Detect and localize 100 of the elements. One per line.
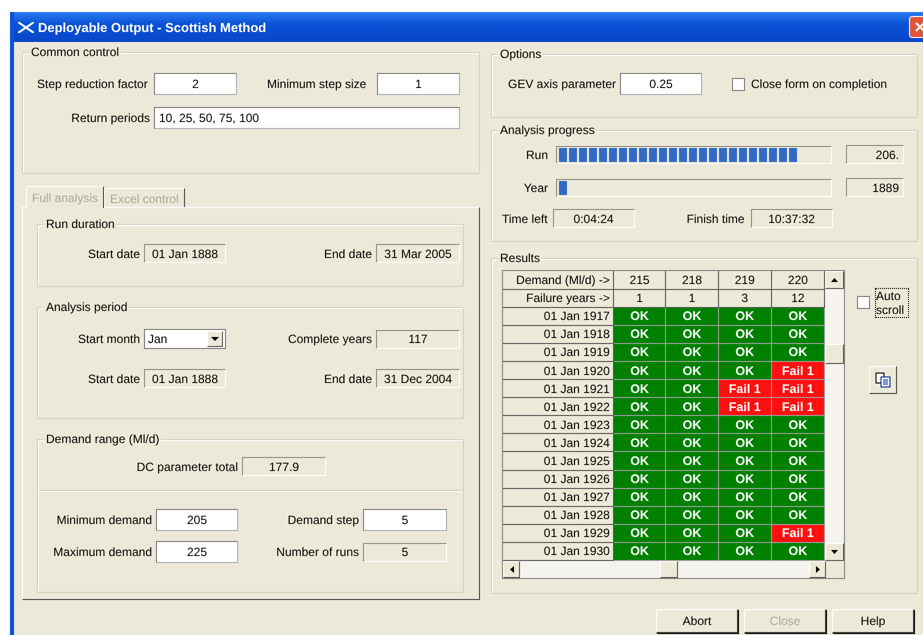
- input-field[interactable]: 205: [156, 509, 238, 531]
- status-cell: OK: [613, 343, 666, 362]
- status-cell: OK: [666, 524, 718, 542]
- input-field[interactable]: 10, 25, 50, 75, 100: [154, 107, 460, 129]
- readonly-field: 31 Mar 2005: [376, 244, 460, 263]
- status-cell: OK: [771, 470, 824, 488]
- scroll-thumb[interactable]: [660, 561, 678, 578]
- field-label: Step reduction factor: [37, 77, 149, 91]
- row-header: 01 Jan 1930: [503, 542, 614, 560]
- copy-button[interactable]: [869, 366, 897, 394]
- status-cell: OK: [613, 488, 666, 506]
- left-arrow-icon[interactable]: [510, 566, 514, 573]
- status-cell: OK: [613, 325, 666, 344]
- status-cell: OK: [718, 524, 772, 542]
- checkbox-label: Close form on completion: [751, 77, 888, 91]
- field-label: Start date: [86, 372, 141, 386]
- field-label: Year: [522, 180, 549, 194]
- readonly-field: 31 Dec 2004: [376, 369, 460, 388]
- input-field[interactable]: 5: [363, 509, 447, 531]
- row-header: 01 Jan 1925: [503, 452, 614, 470]
- status-cell: OK: [771, 452, 824, 470]
- status-cell: OK: [718, 307, 772, 326]
- readonly-field: 0:04:24: [552, 209, 635, 228]
- field-label: Complete years: [286, 332, 373, 346]
- dropdown[interactable]: Jan: [144, 329, 226, 349]
- field-label: Return periods: [70, 111, 151, 125]
- status-cell: OK: [613, 470, 666, 488]
- input-field[interactable]: 1: [377, 73, 460, 95]
- row-header: Failure years ->: [503, 289, 614, 308]
- field-label: Start date: [86, 246, 141, 260]
- status-cell: OK: [666, 380, 718, 398]
- readonly-field: 5: [363, 542, 447, 562]
- group-title: Common control: [29, 45, 122, 59]
- input-field[interactable]: 225: [156, 541, 238, 563]
- readonly-field: 1889: [846, 178, 904, 197]
- status-cell: OK: [771, 506, 824, 524]
- row-header: 01 Jan 1928: [503, 506, 614, 524]
- vertical-scrollbar[interactable]: [825, 271, 844, 561]
- status-cell: Fail 1: [771, 361, 824, 380]
- status-cell: OK: [718, 452, 772, 470]
- field-label: Finish time: [686, 212, 746, 226]
- down-arrow-icon[interactable]: [831, 550, 838, 554]
- checkbox[interactable]: [732, 78, 745, 90]
- row-header: 01 Jan 1923: [503, 416, 614, 434]
- group-title: Run duration: [44, 217, 117, 231]
- column-header: 215: [613, 271, 666, 290]
- status-cell: OK: [718, 434, 772, 452]
- status-cell: OK: [666, 416, 718, 434]
- group-title: Analysis period: [44, 300, 130, 314]
- checkbox[interactable]: [857, 296, 870, 309]
- scroll-thumb[interactable]: [825, 344, 844, 364]
- column-header: 1: [666, 289, 718, 308]
- status-cell: Fail 1: [771, 398, 824, 416]
- right-arrow-icon[interactable]: [816, 566, 820, 573]
- status-cell: OK: [666, 343, 718, 362]
- status-cell: OK: [771, 416, 824, 434]
- column-header: 218: [666, 271, 718, 290]
- status-cell: OK: [613, 452, 666, 470]
- status-cell: OK: [613, 380, 666, 398]
- caret-icon: [211, 336, 219, 342]
- readonly-field: 01 Jan 1888: [144, 369, 226, 388]
- status-cell: OK: [666, 398, 718, 416]
- status-cell: OK: [771, 434, 824, 452]
- group-title: Options: [498, 47, 544, 61]
- input-field[interactable]: 0.25: [620, 73, 702, 95]
- column-header: 12: [771, 289, 824, 308]
- status-cell: OK: [771, 488, 824, 506]
- status-cell: OK: [718, 542, 772, 560]
- group-title: Analysis progress: [498, 123, 597, 137]
- status-cell: OK: [666, 506, 718, 524]
- status-cell: OK: [771, 307, 824, 326]
- status-cell: OK: [613, 416, 666, 434]
- row-header: 01 Jan 1918: [503, 325, 614, 344]
- status-cell: OK: [718, 488, 772, 506]
- status-cell: OK: [718, 325, 772, 344]
- up-arrow-icon[interactable]: [831, 278, 838, 282]
- row-header: Demand (Ml/d) ->: [503, 271, 614, 290]
- column-header: 1: [613, 289, 666, 308]
- readonly-field: 177.9: [242, 457, 326, 476]
- readonly-field: 10:37:32: [750, 209, 833, 228]
- field-label: Run: [524, 148, 549, 162]
- row-header: 01 Jan 1919: [503, 343, 614, 362]
- horizontal-scrollbar[interactable]: [503, 561, 826, 578]
- status-cell: Fail 1: [718, 398, 772, 416]
- readonly-field: 206.: [846, 145, 904, 164]
- field-label: Number of runs: [275, 545, 360, 559]
- row-header: 01 Jan 1924: [503, 434, 614, 452]
- status-cell: OK: [771, 542, 824, 560]
- status-cell: Fail 1: [771, 524, 824, 542]
- field-label: Minimum demand: [56, 513, 153, 527]
- dialog-button[interactable]: Abort: [656, 609, 738, 633]
- dialog-button[interactable]: Help: [832, 609, 914, 633]
- status-cell: OK: [718, 470, 772, 488]
- input-field[interactable]: 2: [154, 73, 237, 95]
- field-label: DC parameter total: [136, 460, 239, 474]
- status-cell: OK: [666, 361, 718, 380]
- field-label: Minimum step size: [267, 77, 368, 91]
- column-header: 219: [718, 271, 772, 290]
- status-cell: Fail 1: [718, 380, 772, 398]
- field-label: GEV axis parameter: [508, 77, 618, 91]
